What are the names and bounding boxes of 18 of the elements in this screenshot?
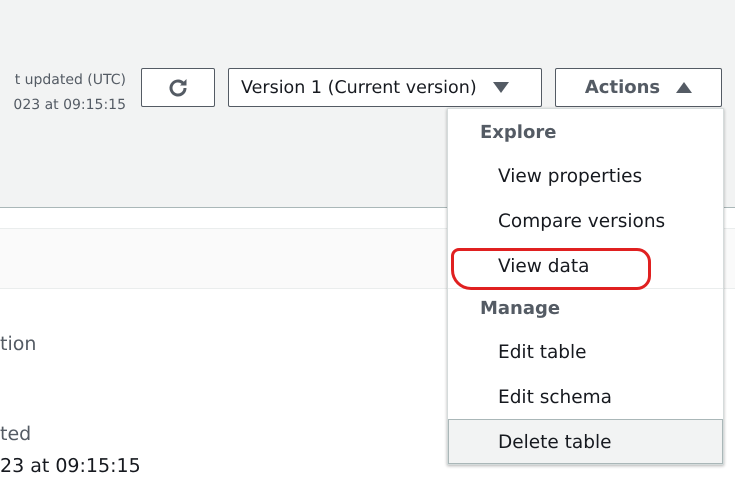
menu-item[interactable]: Delete table bbox=[448, 419, 723, 464]
field-label: ted bbox=[0, 422, 32, 447]
caret-up-icon bbox=[676, 82, 692, 94]
menu-item[interactable]: View properties bbox=[448, 153, 723, 198]
menu-item[interactable]: View data bbox=[448, 243, 723, 288]
menu-item[interactable]: Edit schema bbox=[448, 374, 723, 419]
refresh-button[interactable] bbox=[141, 68, 215, 107]
caret-down-icon bbox=[492, 82, 509, 94]
menu-group-heading: Explore bbox=[479, 121, 558, 145]
version-dropdown[interactable]: Version 1 (Current version) bbox=[228, 68, 542, 107]
menu-item[interactable]: Compare versions bbox=[448, 198, 723, 243]
last-updated-label: t updated (UTC) bbox=[14, 71, 126, 90]
field-label: tion bbox=[0, 332, 36, 357]
menu-group-heading: Manage bbox=[479, 297, 562, 321]
actions-button[interactable]: Actions bbox=[555, 68, 722, 107]
menu-item[interactable]: Edit table bbox=[448, 329, 723, 374]
field-value: 23 at 09:15:15 bbox=[0, 454, 141, 479]
last-updated-value: 023 at 09:15:15 bbox=[12, 96, 126, 115]
